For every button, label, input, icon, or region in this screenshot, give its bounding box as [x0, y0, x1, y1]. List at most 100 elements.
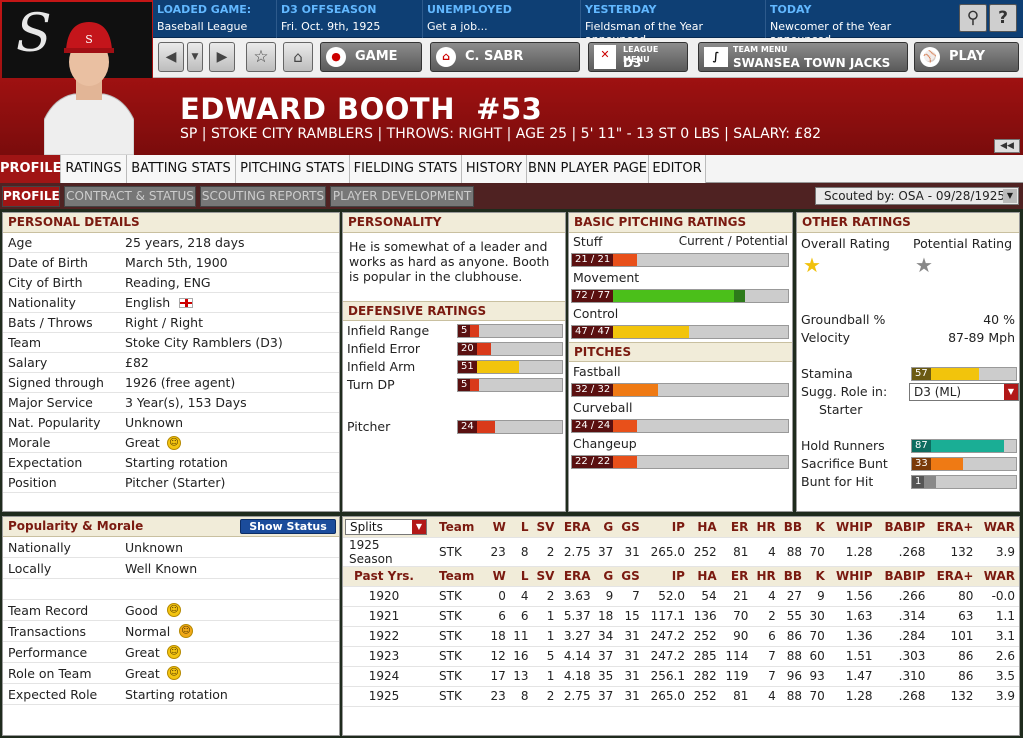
- pitch-rating-value: 32 / 32: [572, 384, 614, 396]
- column-header[interactable]: G: [594, 566, 618, 587]
- column-header[interactable]: IP: [643, 517, 689, 538]
- season-total-row[interactable]: 1925 Season STK 23 8 2 2.75 37 31 265.0 252 81 4 88 7…: [343, 537, 1019, 567]
- season-total-row-cell: 265.0: [643, 537, 689, 567]
- pitching-ratings-title: BASIC PITCHING RATINGS: [569, 213, 792, 233]
- past-season-row[interactable]: 1923 STK 12 16 5 4.14 37 31 247.2 285 114 7 88 60 1.51…: [343, 646, 1019, 667]
- column-header[interactable]: GS: [617, 566, 644, 587]
- column-header[interactable]: BB: [779, 566, 807, 587]
- tab-history[interactable]: HISTORY: [462, 155, 527, 183]
- tab-bnn-player-page[interactable]: BNN PLAYER PAGE: [527, 155, 649, 183]
- column-header[interactable]: WHIP: [828, 566, 877, 587]
- pitch-rating-bar: 24 / 24: [571, 419, 789, 433]
- player-name: EDWARD BOOTH #53: [180, 92, 543, 126]
- past-season-cell: 252: [688, 686, 721, 707]
- game-menu-button[interactable]: ● GAME: [320, 42, 422, 72]
- tab-pitching-stats[interactable]: PITCHING STATS: [236, 155, 350, 183]
- collapse-header-icon[interactable]: ◀◀: [994, 139, 1020, 153]
- tab-profile[interactable]: PROFILE: [0, 155, 61, 183]
- column-header[interactable]: BABIP: [876, 517, 930, 538]
- subtab-contract-status[interactable]: CONTRACT & STATUS: [64, 186, 196, 207]
- column-header[interactable]: IP: [643, 566, 689, 587]
- column-header[interactable]: Team: [429, 566, 488, 587]
- splits-select[interactable]: Splits ▼: [345, 518, 427, 535]
- defensive-rating-label: Infield Range: [347, 323, 430, 338]
- defensive-rating-bar: 51: [457, 360, 563, 374]
- column-header[interactable]: HA: [688, 517, 721, 538]
- loaded-game-info[interactable]: LOADED GAME: Baseball League: [153, 0, 277, 38]
- column-header[interactable]: L: [509, 566, 533, 587]
- past-years-header-row: Past Yrs. Team W L SV ERA G GS IP HA ER HR BB K WHIP BA…: [343, 566, 1019, 587]
- manager-menu-button[interactable]: ⌂ C. SABR: [430, 42, 580, 72]
- column-header[interactable]: G: [594, 517, 618, 538]
- back-arrow-icon[interactable]: ◀: [158, 42, 184, 72]
- history-dropdown-icon[interactable]: ▼: [187, 42, 203, 72]
- personal-details-title: PERSONAL DETAILS: [3, 213, 339, 233]
- column-header[interactable]: HA: [688, 566, 721, 587]
- column-header[interactable]: K: [806, 566, 829, 587]
- tab-ratings[interactable]: RATINGS: [61, 155, 127, 183]
- past-season-cell: 1.56: [828, 586, 877, 607]
- column-header[interactable]: ERA: [558, 566, 595, 587]
- column-header[interactable]: BB: [779, 517, 807, 538]
- overall-star-icon: ★: [803, 253, 821, 277]
- column-header[interactable]: ER: [720, 517, 753, 538]
- today-info[interactable]: TODAY Newcomer of the Year announced: [766, 0, 956, 46]
- team-menu-button[interactable]: ∫ TEAM MENU SWANSEA TOWN JACKS: [698, 42, 908, 72]
- column-header[interactable]: W: [487, 517, 510, 538]
- detail-value: Reading, ENG: [125, 275, 211, 290]
- subtab-profile[interactable]: PROFILE: [2, 186, 60, 207]
- tab-batting-stats[interactable]: BATTING STATS: [127, 155, 236, 183]
- column-header[interactable]: ER: [720, 566, 753, 587]
- season-info[interactable]: D3 OFFSEASON Fri. Oct. 9th, 1925: [277, 0, 423, 38]
- past-season-cell: 2: [752, 606, 780, 627]
- past-season-row[interactable]: 1925 STK 23 8 2 2.75 37 31 265.0 252 81 4 88 70 1.28.2…: [343, 686, 1019, 707]
- past-season-row[interactable]: 1922 STK 18 11 1 3.27 34 31 247.2 252 90 6 86 70 1.36.…: [343, 626, 1019, 647]
- column-header[interactable]: ERA+: [929, 566, 978, 587]
- star-icon[interactable]: ☆: [246, 42, 276, 72]
- popularity-row: Nationally Unknown: [3, 537, 339, 558]
- popularity-row: Expected Role Starting rotation: [3, 684, 339, 705]
- column-header[interactable]: ERA: [558, 517, 595, 538]
- past-season-cell: 88: [779, 646, 807, 667]
- help-icon[interactable]: ?: [989, 4, 1017, 32]
- column-header[interactable]: K: [806, 517, 829, 538]
- column-header[interactable]: W: [487, 566, 510, 587]
- subtab-scouting-reports[interactable]: SCOUTING REPORTS: [200, 186, 326, 207]
- column-header[interactable]: SV: [532, 517, 559, 538]
- column-header[interactable]: GS: [617, 517, 644, 538]
- past-season-cell: 6: [752, 626, 780, 647]
- tab-editor[interactable]: EDITOR: [649, 155, 706, 183]
- yesterday-info[interactable]: YESTERDAY Fieldsman of the Year announce…: [581, 0, 766, 46]
- show-status-button[interactable]: Show Status: [240, 519, 336, 534]
- column-header[interactable]: WHIP: [828, 517, 877, 538]
- subtab-player-development[interactable]: PLAYER DEVELOPMENT: [330, 186, 474, 207]
- column-header[interactable]: WAR: [977, 517, 1019, 538]
- home-icon[interactable]: ⌂: [283, 42, 313, 72]
- past-season-row[interactable]: 1920 STK 0 4 2 3.63 9 7 52.0 54 21 4 27 9 1.56.266 80 -0…: [343, 586, 1019, 607]
- game-menu-label: GAME: [355, 49, 398, 64]
- column-header[interactable]: WAR: [977, 566, 1019, 587]
- smiley-icon: ☺: [167, 666, 181, 680]
- league-menu-button[interactable]: ✕ LEAGUE MENU D3: [588, 42, 688, 72]
- loaded-game-value: Baseball League: [157, 20, 248, 33]
- past-season-cell: 70: [720, 606, 753, 627]
- past-season-row[interactable]: 1924 STK 17 13 1 4.18 35 31 256.1 282 119 7 96 93 1.47…: [343, 666, 1019, 687]
- column-header[interactable]: ERA+: [929, 517, 978, 538]
- column-header[interactable]: Team: [429, 517, 488, 538]
- play-button[interactable]: ⚾ PLAY: [914, 42, 1019, 72]
- past-season-cell: -0.0: [977, 586, 1019, 607]
- column-header[interactable]: BABIP: [876, 566, 930, 587]
- column-header[interactable]: L: [509, 517, 533, 538]
- forward-arrow-icon[interactable]: ▶: [209, 42, 235, 72]
- search-icon[interactable]: ⚲: [959, 4, 987, 32]
- splits-dropdown-cell[interactable]: Splits ▼: [343, 517, 429, 538]
- employment-info[interactable]: UNEMPLOYED Get a job...: [423, 0, 581, 38]
- personal-detail-row: Age 25 years, 218 days: [3, 233, 339, 253]
- column-header[interactable]: SV: [532, 566, 559, 587]
- past-season-row[interactable]: 1921 STK 6 6 1 5.37 18 15 117.1 136 70 2 55 30 1.63.31…: [343, 606, 1019, 627]
- role-level-select[interactable]: D3 (ML) ▼: [909, 383, 1019, 401]
- column-header[interactable]: HR: [752, 566, 780, 587]
- scout-selector[interactable]: Scouted by: OSA - 09/28/1925 ▼: [815, 187, 1019, 205]
- column-header[interactable]: HR: [752, 517, 780, 538]
- tab-fielding-stats[interactable]: FIELDING STATS: [350, 155, 462, 183]
